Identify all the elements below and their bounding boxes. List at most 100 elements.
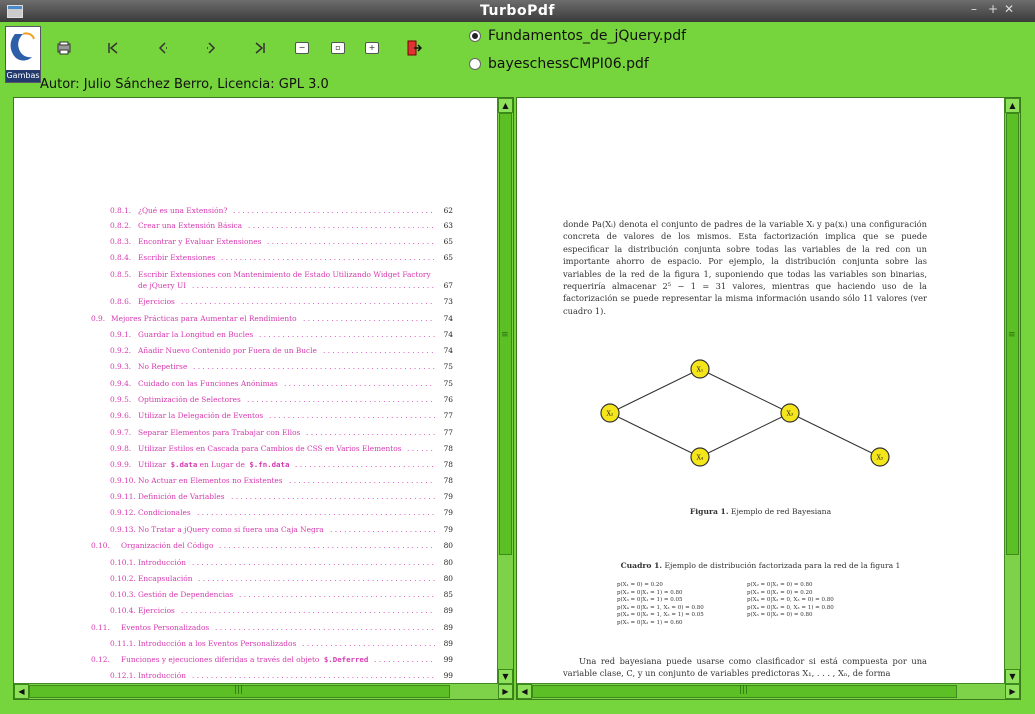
toc-page-number: 80 [443, 558, 453, 567]
toc-number: 0.11.1. [110, 639, 136, 648]
exit-button[interactable] [402, 36, 426, 60]
toc-title: Introducción [138, 558, 186, 567]
figure-caption: Figura 1. Ejemplo de red Bayesiana [517, 507, 1004, 516]
toc-title: Organización del Código [121, 541, 213, 550]
scroll-down-icon[interactable]: ▼ [498, 669, 513, 684]
formula-line: p(X₃ = 0|X₁ = 1) = 0.05 [617, 597, 683, 604]
toc-leader: . . . . . . . . . . . . . . . . . . . . … [303, 314, 435, 323]
toc-title-text: Definición de Variables [138, 492, 225, 501]
first-page-button[interactable] [101, 36, 125, 60]
exit-icon [407, 40, 422, 56]
toc-title-text: Introducción [138, 671, 186, 680]
node-label: X₁ [697, 367, 704, 374]
toc-number: 0.9.1. [110, 330, 132, 339]
toc-title: Separar Elementos para Trabajar con Ello… [138, 428, 300, 437]
toc-number: 0.9.11. [110, 492, 136, 501]
toc-number: 0.10.2. [110, 574, 136, 583]
scroll-left-icon[interactable]: ◀ [14, 684, 29, 699]
toc-page-number: 89 [443, 623, 453, 632]
right-vertical-scrollbar[interactable]: ▲ ≡ ▼ [1004, 98, 1020, 684]
toc-title-text: Escribir Extensiones [138, 253, 216, 262]
zoom-out-button[interactable]: − [290, 36, 314, 60]
toc-leader: . . . . . . . . . . . . . . . . . . . . … [192, 671, 435, 680]
toc-title: Gestión de Dependencias [138, 590, 233, 599]
toc-page-number: 77 [443, 428, 453, 437]
toc-leader: . . . . . . . . . . . . . . . . . . . . … [259, 330, 435, 339]
toc-page-number: 74 [443, 314, 453, 323]
toc-number: 0.9.8. [110, 444, 132, 453]
formula-line: p(X₄ = 0|X₂ = 1, X₃ = 1) = 0.05 [617, 612, 704, 619]
toc-leader: . . . . . . . . . . . . . . . . . . . . … [269, 411, 435, 420]
toc-title-continued: de jQuery UI [138, 281, 187, 290]
left-vertical-scrollbar[interactable]: ▲ ≡ ▼ [497, 98, 513, 684]
pdf-view-right[interactable]: donde Pa(Xᵢ) denota el conjunto de padre… [516, 97, 1021, 700]
next-page-button[interactable] [199, 36, 223, 60]
toc-number: 0.9.9. [110, 460, 132, 469]
close-icon[interactable]: ✕ [1004, 2, 1014, 16]
toc-number: 0.8.1. [110, 206, 132, 215]
formula-line: p(X₄ = 0|X₂ = 0, X₃ = 0) = 0.80 [747, 597, 834, 604]
radio-selected-icon[interactable] [469, 30, 481, 42]
previous-page-icon [158, 42, 167, 54]
right-horizontal-scrollbar[interactable]: ◀ ||| ▶ [517, 683, 1020, 699]
scroll-up-icon[interactable]: ▲ [1005, 98, 1020, 113]
scroll-left-icon[interactable]: ◀ [517, 684, 532, 699]
bayesian-network-diagram: X₁ X₂ X₃ X₄ X₅ [600, 359, 890, 467]
toc-page-number: 78 [443, 460, 453, 469]
paragraph-2: Una red bayesiana puede usarse como clas… [563, 656, 927, 679]
scroll-right-icon[interactable]: ▶ [1005, 684, 1020, 699]
author-label: Autor: Julio Sánchez Berro, Licencia: GP… [40, 77, 329, 92]
maximize-icon[interactable]: + [988, 2, 998, 16]
toc-title: Encontrar y Evaluar Extensiones [138, 237, 261, 246]
toc-leader: . . . . . . . . . . . . . . . . . . . . … [215, 623, 435, 632]
toc-page-number: 89 [443, 606, 453, 615]
figure-caption-label: Figura 1. [689, 507, 729, 516]
scroll-right-icon[interactable]: ▶ [498, 684, 513, 699]
next-page-icon [207, 42, 216, 54]
toc-number: 0.9. [91, 314, 106, 323]
zoom-in-button[interactable]: + [360, 36, 384, 60]
toc-leader: . . . . . . . . . . . . . . . . . . . . … [323, 346, 435, 355]
toc-title: No Tratar a jQuery como si fuera una Caj… [138, 525, 324, 534]
last-page-button[interactable] [248, 36, 272, 60]
toc-title: No Actuar en Elementos no Existentes [138, 476, 283, 485]
toc-title-text: No Actuar en Elementos no Existentes [138, 476, 283, 485]
previous-page-button[interactable] [151, 36, 175, 60]
file-radio-fundamentos[interactable]: Fundamentos_de_jQuery.pdf [469, 28, 686, 44]
toc-leader: . . . . . . . . . . . . . . . . . . . . … [295, 460, 435, 469]
toc-number: 0.10.1. [110, 558, 136, 567]
toc-page-number: 63 [443, 221, 453, 230]
fit-page-button[interactable]: ▫ [326, 36, 350, 60]
toc-number: 0.8.2. [110, 221, 132, 230]
scroll-up-icon[interactable]: ▲ [498, 98, 513, 113]
toc-page-number: 85 [443, 590, 453, 599]
toc-number: 0.12.1. [110, 671, 136, 680]
formulas-left: p(X₁ = 0) = 0.20 p(X₂ = 0|X₁ = 1) = 0.80 p… [617, 582, 704, 628]
radio-unselected-icon[interactable] [469, 58, 481, 70]
minimize-icon[interactable]: – [971, 2, 977, 16]
toc-title-text: en Lugar de [197, 460, 245, 469]
left-horizontal-scrollbar[interactable]: ◀ ||| ▶ [14, 683, 513, 699]
toc-leader: . . . . . . . . . . . . . . . . . . . . … [248, 221, 435, 230]
toc-page-number: 80 [443, 574, 453, 583]
file-label: bayeschessCMPI06.pdf [488, 56, 649, 72]
node-label: X₃ [787, 411, 794, 418]
toc-leader: . . . . . . . . . . . . . . . . . . . . … [193, 362, 435, 371]
toc-leader: . . . . . . . . . . . . . . . . . . . . … [192, 281, 435, 290]
toc-number: 0.8.6. [110, 297, 132, 306]
pdf-view-left[interactable]: 0.8.1. ¿Qué es una Extensión? . . . . . . … [13, 97, 514, 700]
toc-title: Añadir Nuevo Contenido por Fuera de un B… [138, 346, 317, 355]
formula-line: p(X₅ = 0|X₃ = 1) = 0.60 [617, 619, 683, 626]
toc-page-number: 62 [443, 206, 453, 215]
toc-leader: . . . . . . . . . . . . . . . . . . . . … [284, 379, 435, 388]
print-button[interactable] [52, 36, 76, 60]
toc-title: Escribir Extensiones con Mantenimiento d… [138, 270, 431, 279]
toc-number: 0.10. [91, 541, 110, 550]
toc-title-text: Guardar la Longitud en Bucles [138, 330, 254, 339]
toc-title: Mejores Prácticas para Aumentar el Rendi… [111, 314, 297, 323]
toc-page-number: 99 [443, 671, 453, 680]
file-radio-bayeschess[interactable]: bayeschessCMPI06.pdf [469, 56, 649, 72]
scroll-down-icon[interactable]: ▼ [1005, 669, 1020, 684]
toc-title-text: Introducción a los Eventos Personalizado… [138, 639, 297, 648]
toc-page-number: 77 [443, 411, 453, 420]
